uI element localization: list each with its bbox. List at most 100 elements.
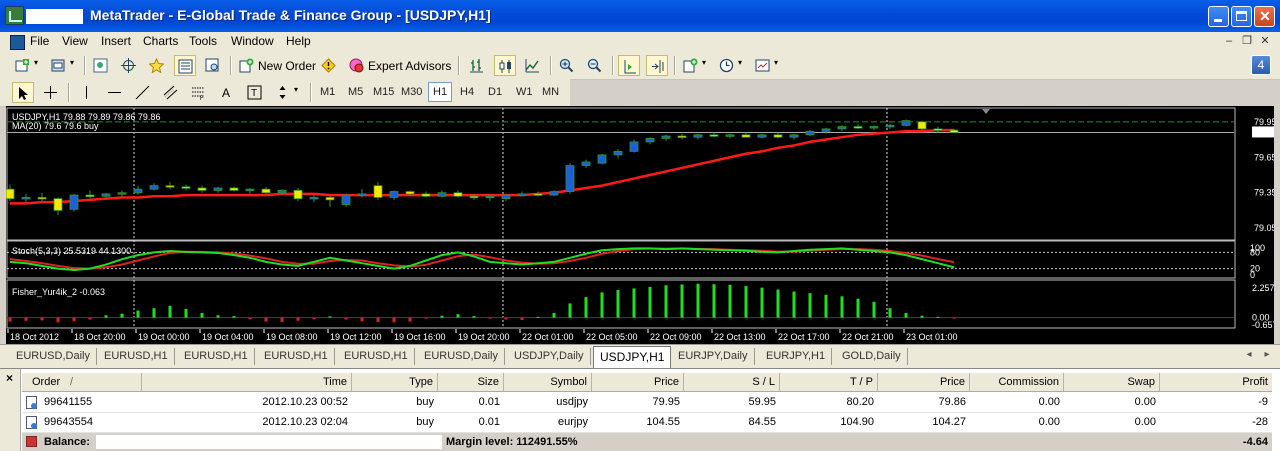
window-title: MetaTrader - E-Global Trade & Finance Gr…	[90, 7, 491, 23]
candle	[165, 182, 175, 190]
menu-tools[interactable]: Tools	[185, 33, 221, 50]
data-window-button[interactable]	[118, 55, 140, 76]
maximize-button[interactable]	[1231, 6, 1252, 27]
tab-usdjpy-h1[interactable]: USDJPY,H1	[593, 346, 672, 368]
tab-eurjpy-daily[interactable]: EURJPY,Daily	[672, 348, 755, 365]
crosshair-tool[interactable]	[40, 82, 62, 103]
tab-scroll-left-icon[interactable]: ◂	[1242, 346, 1256, 364]
col-size[interactable]: Size	[438, 373, 504, 391]
col-swap[interactable]: Swap	[1064, 373, 1160, 391]
candle	[85, 190, 95, 199]
title-bar[interactable]: MetaTrader - E-Global Trade & Finance Gr…	[0, 0, 1280, 32]
mdi-chart-icon[interactable]	[10, 35, 25, 50]
tab-eurusd-daily[interactable]: EURUSD,Daily	[418, 348, 505, 365]
fisher-bar	[360, 317, 364, 322]
minimize-button[interactable]	[1208, 6, 1229, 27]
zoom-in-button[interactable]	[556, 55, 578, 76]
time-tick-label: 19 Oct 04:00	[202, 332, 254, 342]
channel-tool[interactable]	[160, 82, 182, 103]
timeframe-w1[interactable]: W1	[512, 82, 537, 102]
bar-chart-button[interactable]	[466, 55, 488, 76]
auto-scroll-button[interactable]	[618, 55, 640, 76]
col-commission[interactable]: Commission	[970, 373, 1064, 391]
tab-scroll-right-icon[interactable]: ▸	[1260, 346, 1274, 364]
arrows-tool[interactable]: ▾	[272, 82, 304, 103]
notifications-badge[interactable]: 4	[1251, 55, 1271, 75]
new-order-button[interactable]: New Order	[236, 55, 320, 76]
tab-gold-daily[interactable]: GOLD,Daily	[836, 348, 908, 365]
col-current-price[interactable]: Price	[878, 373, 970, 391]
timeframe-h4[interactable]: H4	[456, 82, 478, 102]
horizontal-line-tool[interactable]	[104, 82, 126, 103]
menu-view[interactable]: View	[58, 33, 92, 50]
tab-eurusd-h1[interactable]: EURUSD,H1	[98, 348, 175, 365]
terminal-close-icon[interactable]: ×	[6, 371, 13, 385]
col-price[interactable]: Price	[592, 373, 684, 391]
col-sl[interactable]: S / L	[684, 373, 780, 391]
timeframe-m30[interactable]: M30	[397, 82, 426, 102]
tab-eurusd-h1[interactable]: EURUSD,H1	[178, 348, 255, 365]
timeframe-m5[interactable]: M5	[344, 82, 367, 102]
vertical-line-tool[interactable]	[76, 82, 98, 103]
zoom-out-button[interactable]	[584, 55, 606, 76]
market-watch-button[interactable]	[90, 55, 112, 76]
tab-eurusd-h1[interactable]: EURUSD,H1	[258, 348, 335, 365]
order-current-price: 104.27	[932, 416, 966, 428]
timeframe-m15[interactable]: M15	[369, 82, 398, 102]
line-chart-button[interactable]	[522, 55, 544, 76]
terminal-button[interactable]	[174, 55, 196, 76]
chart-shift-button[interactable]	[646, 55, 668, 76]
new-chart-button[interactable]: ▾	[12, 55, 44, 76]
tab-eurusd-daily[interactable]: EURUSD,Daily	[10, 348, 97, 365]
candlestick-button[interactable]	[494, 55, 516, 76]
tab-eurusd-h1[interactable]: EURUSD,H1	[338, 348, 415, 365]
expert-advisors-button[interactable]: Expert Advisors	[346, 55, 455, 76]
tab-usdjpy-daily[interactable]: USDJPY,Daily	[508, 348, 591, 365]
navigator-button[interactable]	[146, 55, 168, 76]
mdi-close-icon[interactable]: ✕	[1258, 34, 1272, 48]
col-symbol[interactable]: Symbol	[504, 373, 592, 391]
col-tp[interactable]: T / P	[780, 373, 878, 391]
table-row[interactable]: 99643554 2012.10.23 02:04 buy 0.01 eurjp…	[22, 412, 1272, 433]
tab-eurjpy-h1[interactable]: EURJPY,H1	[760, 348, 833, 365]
trendline-tool[interactable]	[132, 82, 154, 103]
alert-button[interactable]	[318, 55, 340, 76]
close-button[interactable]: ✕	[1254, 6, 1275, 27]
text-label-tool[interactable]: T	[244, 82, 266, 103]
timeframe-d1[interactable]: D1	[484, 82, 506, 102]
periods-button[interactable]: ▾	[716, 55, 748, 76]
indicators-button[interactable]: ▾	[680, 55, 712, 76]
new-order-icon	[239, 58, 254, 73]
fisher-bar	[504, 317, 508, 320]
timeframe-m1[interactable]: M1	[316, 82, 339, 102]
expert-advisors-icon	[349, 58, 364, 73]
chart-window[interactable]: USDJPY,H1 79.88 79.89 79.86 79.86 MA(20) …	[5, 106, 1280, 344]
col-type[interactable]: Type	[352, 373, 438, 391]
table-row[interactable]: 99641155 2012.10.23 00:52 buy 0.01 usdjp…	[22, 392, 1272, 413]
menu-window[interactable]: Window	[227, 33, 278, 50]
profiles-button[interactable]: ▾	[48, 55, 80, 76]
menu-file[interactable]: File	[26, 33, 53, 50]
text-tool[interactable]: A	[216, 82, 238, 103]
strategy-tester-button[interactable]	[202, 55, 224, 76]
col-profit[interactable]: Profit	[1160, 373, 1272, 391]
timeframe-mn[interactable]: MN	[538, 82, 563, 102]
candle	[869, 125, 879, 131]
cursor-tool[interactable]	[12, 82, 34, 103]
fibonacci-tool[interactable]: F	[188, 82, 210, 103]
candle	[437, 190, 447, 198]
mdi-minimize-icon[interactable]: –	[1222, 34, 1236, 48]
menu-help[interactable]: Help	[282, 33, 315, 50]
cursor-icon	[19, 87, 28, 100]
templates-button[interactable]: ▾	[752, 55, 784, 76]
menu-charts[interactable]: Charts	[139, 33, 182, 50]
time-tick-label: 22 Oct 09:00	[650, 332, 702, 342]
price-chart[interactable]: USDJPY,H1 79.88 79.89 79.86 79.86MA(20) …	[5, 106, 1280, 344]
fisher-bar	[536, 316, 540, 318]
col-time[interactable]: Time	[142, 373, 352, 391]
menu-insert[interactable]: Insert	[97, 33, 135, 50]
mdi-restore-icon[interactable]: ❐	[1240, 34, 1254, 48]
balance-row[interactable]: Balance: Margin level: 112491.55% -4.64	[22, 433, 1272, 451]
new-chart-icon	[15, 59, 29, 72]
timeframe-h1[interactable]: H1	[428, 82, 453, 102]
